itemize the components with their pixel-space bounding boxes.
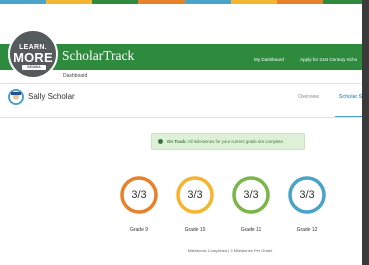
stripe-segment xyxy=(230,0,277,4)
grade-10-label: Grade 10 xyxy=(184,227,206,233)
logo-text-main: MORE xyxy=(13,50,53,65)
grade-9-label: Grade 9 xyxy=(129,227,149,233)
tab-overview[interactable]: Overview xyxy=(298,94,319,100)
graduation-cap-icon xyxy=(11,92,21,95)
status-label: On Track: xyxy=(167,139,187,144)
top-color-stripe xyxy=(0,0,369,4)
nav-apply-21st-century[interactable]: Apply for 21st Century Scho xyxy=(300,57,357,62)
milestones-completed-value: 3/3 xyxy=(131,189,147,201)
grade-12-ring[interactable]: 3/3 xyxy=(287,175,327,215)
status-text: On Track: All milestones for your curren… xyxy=(167,139,284,144)
breadcrumb-dashboard[interactable]: Dashboard xyxy=(63,73,87,79)
stripe-segment xyxy=(46,0,93,4)
divider xyxy=(0,117,362,118)
grade-9-ring[interactable]: 3/3 xyxy=(119,175,159,215)
on-track-banner: On Track: All milestones for your curren… xyxy=(151,133,305,150)
divider xyxy=(0,83,362,84)
milestones-completed-value: 3/3 xyxy=(187,189,203,201)
nav-my-dashboard[interactable]: My Dashboard xyxy=(254,57,284,62)
student-avatar xyxy=(8,89,24,105)
app-title[interactable]: ScholarTrack xyxy=(62,48,134,64)
logo-text-bottom: INDIANA xyxy=(22,65,46,70)
milestones-completed-value: 3/3 xyxy=(299,189,315,201)
stripe-segment xyxy=(184,0,231,4)
stripe-segment xyxy=(92,0,139,4)
window-edge xyxy=(362,0,369,265)
tab-scholar-success[interactable]: Scholar S xyxy=(339,94,362,100)
stripe-segment xyxy=(276,0,323,4)
grade-11-ring[interactable]: 3/3 xyxy=(231,175,271,215)
status-message: All milestones for your current grade ar… xyxy=(187,139,285,144)
student-name: Sally Scholar xyxy=(28,92,75,101)
stripe-segment xyxy=(0,0,47,4)
stripe-segment xyxy=(138,0,185,4)
grade-12-label: Grade 12 xyxy=(296,227,318,233)
check-circle-icon xyxy=(158,139,163,144)
milestones-completed-value: 3/3 xyxy=(243,189,259,201)
grade-11-label: Grade 11 xyxy=(240,227,262,233)
grade-10-ring[interactable]: 3/3 xyxy=(175,175,215,215)
milestones-footnote: Milestones Completed | 3 Milestones Per … xyxy=(187,248,273,253)
nav-apply-label: Apply for 21st Century Scho xyxy=(300,57,358,62)
learn-more-indiana-logo[interactable]: LEARN. MORE INDIANA xyxy=(8,29,58,79)
